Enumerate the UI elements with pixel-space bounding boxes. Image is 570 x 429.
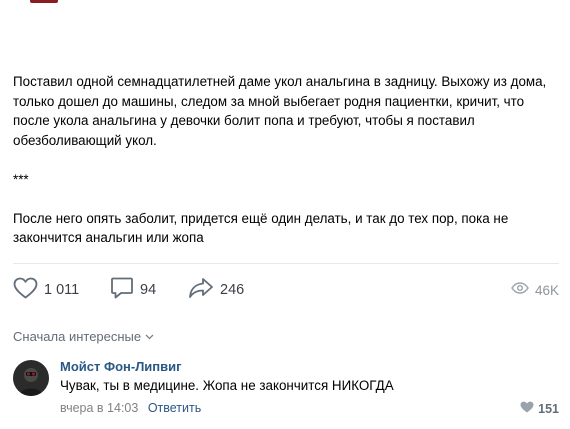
like-count: 1 011	[44, 282, 80, 298]
comment-like-button[interactable]: 151	[520, 400, 559, 418]
post-actions-bar: 1 011 94 246 46K	[13, 276, 559, 304]
reply-link[interactable]: Ответить	[148, 401, 201, 415]
comment-item: Мойст Фон-Липвиг Чувак, ты в медицине. Ж…	[13, 356, 559, 422]
post-paragraph: После него опять заболит, придется ещё о…	[13, 210, 509, 246]
heart-icon	[13, 277, 38, 304]
share-arrow-icon	[188, 277, 214, 304]
eye-icon	[511, 281, 529, 299]
heart-icon	[520, 400, 534, 418]
share-button[interactable]: 246	[188, 276, 244, 304]
comment-button[interactable]: 94	[110, 276, 156, 304]
views-counter: 46K	[511, 276, 559, 304]
avatar[interactable]	[13, 360, 49, 396]
comment-text: Чувак, ты в медицине. Жопа не закончится…	[60, 378, 394, 393]
post-text: Поставил одной семнадцатилетней даме уко…	[13, 72, 558, 248]
post-paragraph: Поставил одной семнадцатилетней даме уко…	[13, 74, 547, 148]
comment-count: 94	[140, 282, 157, 298]
previous-post-image-edge	[30, 0, 58, 3]
chevron-down-icon	[145, 334, 154, 340]
comment-sort-dropdown[interactable]: Сначала интересные	[13, 329, 154, 344]
comment-time[interactable]: вчера в 14:03	[60, 401, 138, 415]
sort-label: Сначала интересные	[13, 329, 142, 344]
comment-meta: вчера в 14:03 Ответить	[60, 401, 201, 415]
like-button[interactable]: 1 011	[13, 276, 79, 304]
comment-bubble-icon	[110, 276, 134, 305]
comment-author-link[interactable]: Мойст Фон-Липвиг	[60, 359, 182, 374]
post-divider	[13, 263, 559, 264]
comment-like-count: 151	[538, 402, 559, 416]
post-separator: ***	[13, 171, 29, 187]
share-count: 246	[220, 282, 245, 298]
views-count: 46K	[534, 282, 559, 298]
